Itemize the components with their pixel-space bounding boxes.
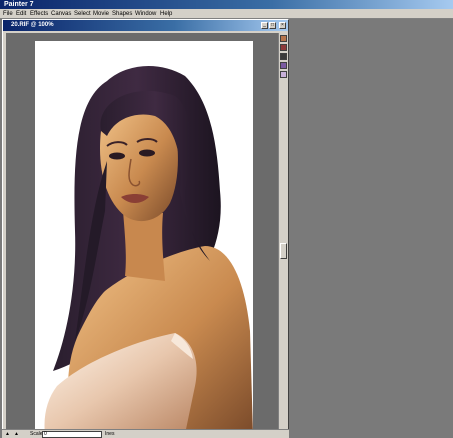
document-title-bar[interactable]: 20.RIF @ 100% _ □ × [3,20,288,31]
document-title: 20.RIF @ 100% [11,22,54,28]
units-label: Ines [105,431,115,437]
menu-file[interactable]: File [3,9,13,19]
menu-edit[interactable]: Edit [16,9,26,19]
menu-help[interactable]: Help [160,9,172,19]
color-swatch-1[interactable] [280,35,287,42]
status-bar: ▲ ▲ Scale 0 Ines [2,429,289,438]
menu-bar: File Edit Effects Canvas Select Movie Sh… [0,9,453,19]
canvas-sheet[interactable] [35,41,253,431]
scale-input[interactable]: 0 [42,431,102,438]
app-title: Painter 7 [4,1,34,8]
document-window: 20.RIF @ 100% _ □ × [2,19,289,438]
color-swatch-2[interactable] [280,44,287,51]
menu-select[interactable]: Select [74,9,91,19]
canvas-area[interactable] [6,33,278,431]
menu-canvas[interactable]: Canvas [51,9,71,19]
status-icon[interactable]: ▲ [5,430,10,438]
menu-effects[interactable]: Effects [30,9,48,19]
maximize-button[interactable]: □ [269,22,276,29]
menu-shapes[interactable]: Shapes [112,9,132,19]
menu-movie[interactable]: Movie [93,9,109,19]
menu-window[interactable]: Window [135,9,156,19]
app-title-bar: Painter 7 [0,0,453,9]
color-swatch-3[interactable] [280,53,287,60]
painted-portrait-image [44,65,253,431]
scale-label: Scale [30,431,43,437]
scroll-thumb[interactable] [280,243,287,259]
color-swatch-4[interactable] [280,62,287,69]
color-swatch-5[interactable] [280,71,287,78]
minimize-button[interactable]: _ [261,22,268,29]
close-button[interactable]: × [279,22,286,29]
status-icon-2[interactable]: ▲ [14,430,19,438]
painter-app-window: Painter 7 File Edit Effects Canvas Selec… [0,0,453,438]
workspace-background [290,19,453,438]
vertical-scrollbar[interactable] [278,33,288,431]
